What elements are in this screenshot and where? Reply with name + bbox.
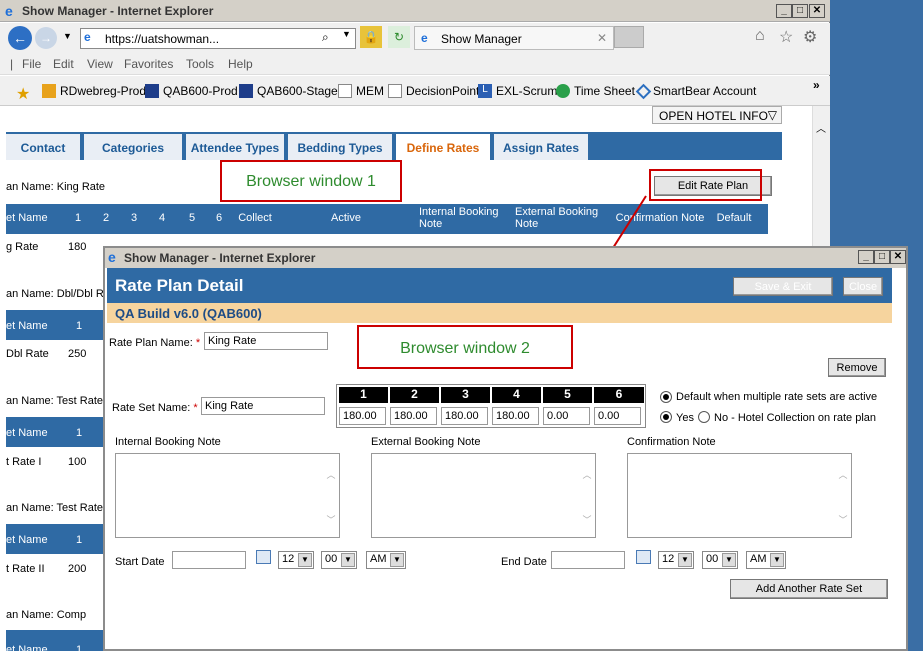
end-date-input[interactable] bbox=[551, 551, 625, 569]
end-minute-select[interactable]: 00 ▼ bbox=[702, 551, 738, 569]
rate-grid: 1 2 3 4 5 6 180.00 180.00 180.00 180.00 … bbox=[336, 384, 646, 428]
rate-plan-name-label: Rate Plan Name: * bbox=[109, 337, 201, 349]
rate-day-header: 4 bbox=[492, 387, 541, 403]
default-label: Default when multiple rate sets are acti… bbox=[676, 391, 878, 403]
close-dialog-button[interactable]: Close bbox=[843, 277, 883, 296]
rate-set-name-label: Rate Set Name: * bbox=[112, 402, 198, 414]
no-radio[interactable] bbox=[698, 411, 710, 423]
rate-value-input[interactable]: 180.00 bbox=[492, 407, 539, 425]
rate-plan-header: Rate Plan Detail Save & Exit Close bbox=[107, 268, 892, 303]
end-date-label: End Date bbox=[501, 556, 547, 568]
remove-button[interactable]: Remove bbox=[828, 358, 886, 377]
rate-plan-name-input[interactable]: King Rate bbox=[204, 332, 328, 350]
callout-browser-window-2: Browser window 2 bbox=[357, 325, 573, 369]
start-hour-select[interactable]: 12 ▼ bbox=[278, 551, 314, 569]
start-date-label: Start Date bbox=[115, 556, 165, 568]
chevron-down-icon: ▼ bbox=[298, 553, 312, 567]
save-exit-button[interactable]: Save & Exit bbox=[733, 277, 833, 296]
yes-label: Yes bbox=[676, 412, 694, 424]
rate-day-header: 1 bbox=[339, 387, 388, 403]
add-another-rate-set-button[interactable]: Add Another Rate Set bbox=[730, 579, 888, 599]
chevron-down-icon: ▼ bbox=[770, 553, 784, 567]
start-minute-select[interactable]: 00 ▼ bbox=[321, 551, 357, 569]
start-ampm-select[interactable]: AM ▼ bbox=[366, 551, 406, 569]
default-radio[interactable] bbox=[660, 391, 672, 403]
rate-value-input[interactable]: 180.00 bbox=[339, 407, 386, 425]
minimize-button[interactable]: _ bbox=[858, 250, 874, 264]
confirmation-note-textarea[interactable]: ︿ ﹀ bbox=[627, 453, 852, 538]
calendar-icon[interactable] bbox=[256, 550, 271, 564]
external-note-label: External Booking Note bbox=[371, 436, 481, 448]
end-hour-select[interactable]: 12 ▼ bbox=[658, 551, 694, 569]
textarea-scrollbar[interactable]: ︿ ﹀ bbox=[579, 454, 595, 537]
rate-value-input[interactable]: 0.00 bbox=[543, 407, 590, 425]
browser-window-2: e Show Manager - Internet Explorer _ □ ✕… bbox=[103, 246, 908, 651]
chevron-down-icon: ▼ bbox=[678, 553, 692, 567]
rate-value-input[interactable]: 180.00 bbox=[441, 407, 488, 425]
rate-day-header: 6 bbox=[594, 387, 644, 403]
textarea-scrollbar[interactable]: ︿ ﹀ bbox=[323, 454, 339, 537]
title-bar: e Show Manager - Internet Explorer _ □ ✕ bbox=[105, 248, 906, 268]
textarea-scrollbar[interactable]: ︿ ﹀ bbox=[835, 454, 851, 537]
chevron-down-icon: ▼ bbox=[390, 553, 404, 567]
internal-note-textarea[interactable]: ︿ ﹀ bbox=[115, 453, 340, 538]
close-button[interactable]: ✕ bbox=[890, 250, 906, 264]
no-label: No - Hotel Collection on rate plan bbox=[714, 412, 877, 424]
calendar-icon[interactable] bbox=[636, 550, 651, 564]
yes-radio[interactable] bbox=[660, 411, 672, 423]
rate-day-header: 5 bbox=[543, 387, 592, 403]
window-title: Show Manager - Internet Explorer bbox=[124, 251, 316, 265]
rate-value-input[interactable]: 0.00 bbox=[594, 407, 641, 425]
external-note-textarea[interactable]: ︿ ﹀ bbox=[371, 453, 596, 538]
build-banner: QA Build v6.0 (QAB600) bbox=[107, 303, 892, 323]
rate-value-input[interactable]: 180.00 bbox=[390, 407, 437, 425]
start-date-input[interactable] bbox=[172, 551, 246, 569]
internal-note-label: Internal Booking Note bbox=[115, 436, 221, 448]
confirmation-note-label: Confirmation Note bbox=[627, 436, 716, 448]
maximize-button[interactable]: □ bbox=[874, 250, 890, 264]
page-title: Rate Plan Detail bbox=[115, 276, 244, 295]
rate-set-name-input[interactable]: King Rate bbox=[201, 397, 325, 415]
rate-day-header: 2 bbox=[390, 387, 439, 403]
chevron-down-icon: ▼ bbox=[722, 553, 736, 567]
chevron-down-icon: ▼ bbox=[341, 553, 355, 567]
end-ampm-select[interactable]: AM ▼ bbox=[746, 551, 786, 569]
ie-logo-icon: e bbox=[108, 249, 116, 265]
rate-day-header: 3 bbox=[441, 387, 490, 403]
